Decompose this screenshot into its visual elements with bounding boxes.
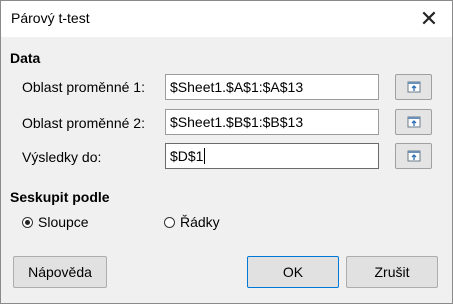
cancel-button[interactable]: Zrušit xyxy=(346,256,438,288)
results-output-input[interactable]: $D$1 xyxy=(165,143,379,169)
group-section-title: Seskupit podle xyxy=(10,189,110,205)
variable1-label: Oblast proměnné 1: xyxy=(22,79,145,95)
shrink-icon xyxy=(407,81,420,93)
close-icon: ✕ xyxy=(419,6,439,31)
text-caret xyxy=(204,148,206,164)
shrink-icon xyxy=(407,150,420,162)
radio-columns-label: Sloupce xyxy=(38,214,89,230)
variable2-shrink-button[interactable] xyxy=(395,109,432,135)
shrink-icon xyxy=(407,116,420,128)
variable2-value: $Sheet1.$B$1:$B$13 xyxy=(170,114,304,130)
variable1-value: $Sheet1.$A$1:$A$13 xyxy=(170,79,304,95)
dialog-title: Párový t-test xyxy=(11,10,90,26)
ok-button[interactable]: OK xyxy=(247,256,339,288)
radio-columns[interactable]: Sloupce xyxy=(22,214,89,230)
radio-rows[interactable]: Řádky xyxy=(164,214,220,230)
variable2-label: Oblast proměnné 2: xyxy=(22,115,145,131)
close-button[interactable]: ✕ xyxy=(406,1,452,37)
variable1-shrink-button[interactable] xyxy=(395,74,432,100)
help-button[interactable]: Nápověda xyxy=(13,256,107,288)
results-label: Výsledky do: xyxy=(22,149,102,165)
radio-rows-label: Řádky xyxy=(180,214,220,230)
radio-rows-indicator[interactable] xyxy=(164,216,175,228)
dialog-window: Párový t-test ✕ Data Oblast proměnné 1: … xyxy=(0,0,453,304)
data-section-title: Data xyxy=(10,50,41,66)
results-shrink-button[interactable] xyxy=(395,143,432,169)
radio-columns-indicator[interactable] xyxy=(22,216,33,228)
results-value: $D$1 xyxy=(170,148,204,164)
title-bar: Párový t-test ✕ xyxy=(1,1,452,37)
variable1-range-input[interactable]: $Sheet1.$A$1:$A$13 xyxy=(165,74,379,100)
variable2-range-input[interactable]: $Sheet1.$B$1:$B$13 xyxy=(165,109,379,135)
dialog-body: Data Oblast proměnné 1: $Sheet1.$A$1:$A$… xyxy=(1,37,452,303)
